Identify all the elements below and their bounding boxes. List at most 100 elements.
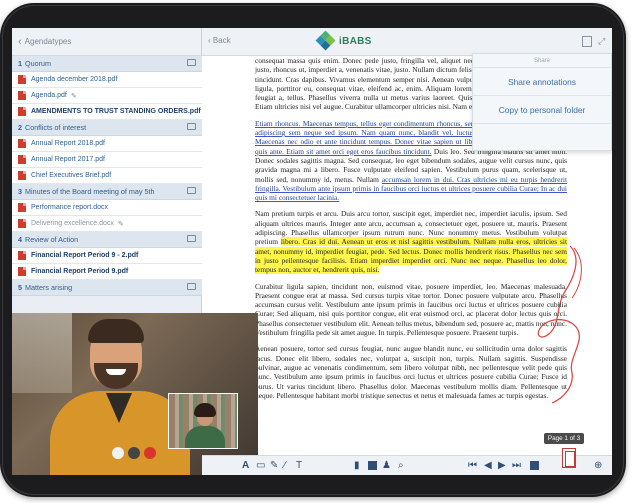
agenda-item[interactable]: 5 Matters arising	[12, 280, 202, 296]
agenda-item-label: Review of Action	[25, 235, 79, 244]
draw-tool-icon[interactable]: ∕	[284, 460, 286, 471]
file-icon	[18, 171, 26, 180]
agenda-item[interactable]: 3 Minutes of the Board meeting of may 5th	[12, 184, 202, 200]
search-icon[interactable]: ⌕	[398, 460, 404, 471]
agenda-item-label: Matters arising	[25, 283, 73, 292]
document-item[interactable]: Agenda.pdf ✎	[12, 88, 202, 104]
self-view-video[interactable]	[168, 393, 238, 449]
sidebar-header[interactable]: ‹ Agendatypes	[12, 28, 201, 56]
caller-beard	[94, 363, 138, 389]
agenda-list: 1 Quorum Agenda december 2018.pdf Agenda.pd…	[12, 56, 202, 296]
copy-to-personal-folder-option[interactable]: Copy to personal folder	[473, 96, 611, 124]
document-item-label: Chief Executives Brief.pdf	[31, 172, 112, 179]
bookmark-icon[interactable]: ▮	[354, 460, 360, 471]
text-format-icon[interactable]: T	[296, 460, 302, 471]
document-item-label: AMENDMENTS TO TRUST STANDING ORDERS.pdf	[31, 108, 201, 115]
pen-tool-icon[interactable]: ✎	[270, 460, 278, 471]
share-popover: Share Share annotations Copy to personal…	[472, 53, 612, 151]
caller-smile	[106, 369, 126, 375]
comment-icon[interactable]	[187, 187, 196, 194]
document-item-label: Agenda.pdf	[31, 92, 67, 99]
agenda-item[interactable]: 1 Quorum	[12, 56, 202, 72]
chevron-left-icon: ‹	[18, 35, 22, 48]
document-item[interactable]: Financial Report Period 9 - 2.pdf	[12, 248, 202, 264]
document-item-label: Agenda december 2018.pdf	[31, 76, 118, 83]
comment-tool-icon[interactable]: ▭	[256, 460, 265, 471]
self-hair	[194, 403, 216, 417]
video-call-window[interactable]	[12, 313, 258, 475]
last-page-icon[interactable]: ⏭	[512, 460, 521, 471]
agenda-item-number: 1	[18, 59, 22, 68]
page-thumbnail[interactable]	[562, 448, 576, 468]
comment-icon[interactable]	[187, 59, 196, 66]
back-button[interactable]: ‹ Back	[208, 36, 231, 45]
self-body	[185, 426, 225, 448]
text-tool-icon[interactable]: A	[242, 460, 249, 471]
agenda-item-label: Conflicts of interest	[25, 123, 87, 132]
freehand-annotation[interactable]	[512, 238, 592, 408]
comment-icon[interactable]	[187, 283, 196, 290]
document-item-label: Financial Report Period 9 - 2.pdf	[31, 252, 139, 259]
agenda-item-label: Minutes of the Board meeting of may 5th	[25, 187, 155, 196]
sidebar-header-label: Agendatypes	[24, 37, 72, 46]
comment-icon[interactable]	[187, 235, 196, 242]
document-list-icon[interactable]	[530, 461, 539, 470]
tablet-frame: ‹ Agendatypes 1 Quorum Agenda december 201…	[0, 3, 626, 497]
file-icon	[18, 251, 26, 260]
share-icon[interactable]	[582, 36, 592, 47]
zoom-icon[interactable]: ⊕	[594, 460, 602, 471]
file-icon	[18, 139, 26, 148]
share-popover-title: Share	[473, 54, 611, 68]
document-item-label: Delivering excellence.docx	[31, 220, 114, 227]
document-item[interactable]: Financial Report Period 9.pdf	[12, 264, 202, 280]
caller-hair	[88, 319, 144, 343]
agenda-item-number: 4	[18, 235, 22, 244]
logo-text: iBABS	[339, 35, 372, 47]
document-item[interactable]: Agenda december 2018.pdf	[12, 72, 202, 88]
camera-button[interactable]	[128, 447, 140, 459]
file-icon	[18, 91, 26, 100]
file-icon	[18, 267, 26, 276]
agenda-item[interactable]: 4 Review of Action	[12, 232, 202, 248]
agenda-item-number: 3	[18, 187, 22, 196]
document-item[interactable]: Annual Report 2017.pdf	[12, 152, 202, 168]
document-item-label: Performance report.docx	[31, 204, 109, 211]
document-item-label: Financial Report Period 9.pdf	[31, 268, 129, 275]
agenda-item-label: Quorum	[25, 59, 51, 68]
share-annotations-option[interactable]: Share annotations	[473, 68, 611, 96]
pencil-icon: ✎	[117, 220, 124, 228]
first-page-icon[interactable]: ⏮	[468, 460, 477, 471]
share-people-icon[interactable]: ♟	[382, 460, 391, 471]
document-item[interactable]: Delivering excellence.docx ✎	[12, 216, 202, 232]
back-label: Back	[212, 36, 231, 45]
file-icon	[18, 219, 26, 228]
file-icon	[18, 155, 26, 164]
background-window	[12, 313, 72, 393]
next-page-icon[interactable]: ▶	[498, 460, 506, 471]
page-indicator: Page 1 of 3	[544, 433, 584, 444]
comment-icon[interactable]	[187, 123, 196, 130]
agenda-item-number: 2	[18, 123, 22, 132]
end-call-button[interactable]	[144, 447, 156, 459]
bottom-toolbar: A ▭ ✎ ∕ T ▮ ♟ ⌕ ⏮ ◀ ▶ ⏭ ⊕	[202, 455, 612, 475]
pencil-icon: ✎	[70, 92, 77, 100]
document-header: ‹ Back iBABS ⤢	[202, 28, 612, 56]
file-icon	[18, 75, 26, 84]
page-view-icon[interactable]	[368, 461, 377, 470]
agenda-item[interactable]: 2 Conflicts of interest	[12, 120, 202, 136]
file-icon	[18, 107, 26, 116]
logo-mark-icon	[315, 30, 336, 51]
agenda-item-number: 5	[18, 283, 22, 292]
microphone-button[interactable]	[112, 447, 124, 459]
ibabs-logo: iBABS	[315, 30, 372, 51]
fullscreen-icon[interactable]: ⤢	[598, 36, 605, 47]
file-icon	[18, 203, 26, 212]
document-item-label: Annual Report 2018.pdf	[31, 140, 105, 147]
document-item[interactable]: Annual Report 2018.pdf	[12, 136, 202, 152]
document-item[interactable]: Performance report.docx	[12, 200, 202, 216]
document-item[interactable]: Chief Executives Brief.pdf	[12, 168, 202, 184]
document-item[interactable]: AMENDMENTS TO TRUST STANDING ORDERS.pdf	[12, 104, 202, 120]
previous-page-icon[interactable]: ◀	[484, 460, 492, 471]
app-screen: ‹ Agendatypes 1 Quorum Agenda december 201…	[12, 28, 612, 475]
document-item-label: Annual Report 2017.pdf	[31, 156, 105, 163]
